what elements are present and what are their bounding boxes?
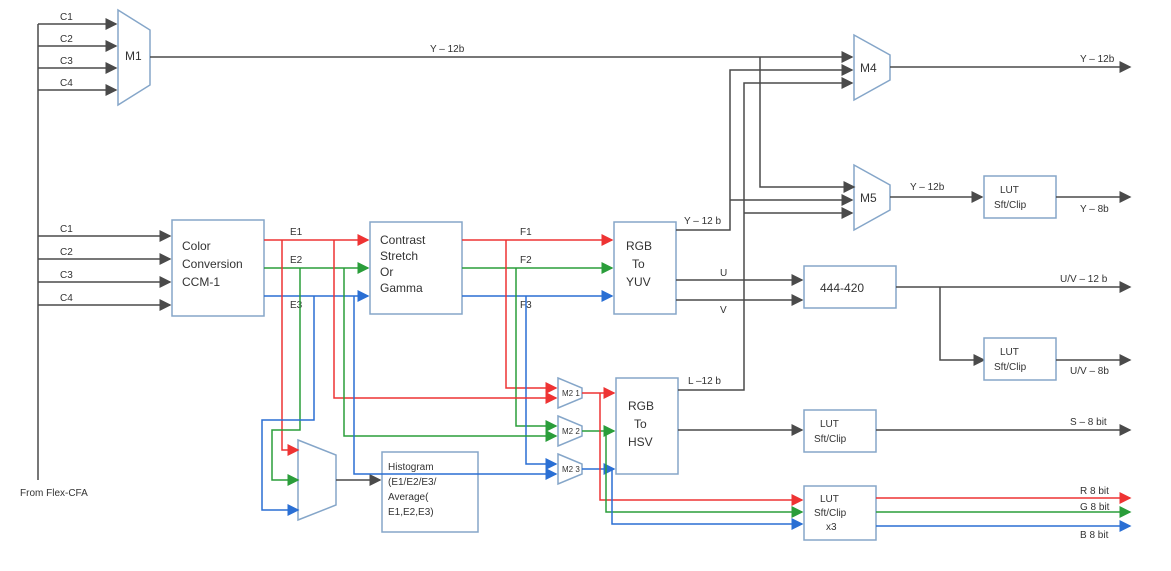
signal-label: Y – 12b	[430, 44, 465, 55]
block-hist-l2: (E1/E2/E3/	[388, 477, 437, 488]
signal-label: L –12 b	[688, 376, 721, 387]
block-lut-y-l1: LUT	[1000, 185, 1019, 196]
block-lut-y-l2: Sft/Clip	[994, 200, 1027, 211]
block-lut-rgb-l3: x3	[826, 522, 837, 533]
block-hsv-l2: To	[634, 417, 647, 431]
mux-m2-1-label: M2 1	[562, 389, 580, 398]
output-label: S – 8 bit	[1070, 417, 1107, 428]
signal-label: U	[720, 268, 727, 279]
block-yuv-l3: YUV	[626, 275, 651, 289]
block-yuv-l2: To	[632, 257, 645, 271]
mux-m2-3-label: M2 3	[562, 465, 580, 474]
input-label: C3	[60, 56, 73, 67]
signal-label: E3	[290, 300, 303, 311]
signal-label: V	[720, 305, 727, 316]
output-label: G 8 bit	[1080, 502, 1110, 513]
block-hist-l3: Average(	[388, 492, 429, 503]
output-label: R 8 bit	[1080, 486, 1109, 497]
input-label: C2	[60, 34, 73, 45]
block-lut-s-l1: LUT	[820, 419, 839, 430]
block-contrast-l1: Contrast	[380, 233, 426, 247]
block-lut-uv-l1: LUT	[1000, 347, 1019, 358]
block-hsv-l3: HSV	[628, 435, 653, 449]
wire	[940, 287, 984, 360]
output-label: U/V – 12 b	[1060, 274, 1108, 285]
mux-hist	[298, 440, 336, 520]
block-lut-uv-l2: Sft/Clip	[994, 362, 1027, 373]
wire	[676, 70, 852, 230]
block-hist-l1: Histogram	[388, 462, 434, 473]
mux-m1-label: M1	[125, 49, 142, 63]
block-lut-y	[984, 176, 1056, 218]
input-label: C1	[60, 12, 73, 23]
mux-m4-label: M4	[860, 61, 877, 75]
input-label: C1	[60, 224, 73, 235]
block-contrast-l4: Gamma	[380, 281, 423, 295]
input-label: C4	[60, 78, 73, 89]
wire	[282, 240, 298, 450]
block-rgb-hsv	[616, 378, 678, 474]
wire	[526, 296, 556, 464]
input-label: C4	[60, 293, 73, 304]
block-lut-uv	[984, 338, 1056, 380]
block-lut-rgb-l1: LUT	[820, 494, 839, 505]
from-label: From Flex-CFA	[20, 488, 88, 499]
signal-label: E1	[290, 227, 303, 238]
wire	[516, 268, 556, 426]
wire	[678, 83, 852, 390]
wire	[760, 57, 854, 187]
block-contrast-l3: Or	[380, 265, 393, 279]
signal-label: Y – 12b	[910, 182, 945, 193]
output-label: Y – 8b	[1080, 204, 1109, 215]
signal-label: F1	[520, 227, 532, 238]
input-label: C3	[60, 270, 73, 281]
block-lut-s	[804, 410, 876, 452]
block-rgb-yuv	[614, 222, 676, 314]
block-ccm-l2: Conversion	[182, 257, 243, 271]
mux-m5-label: M5	[860, 191, 877, 205]
block-lut-s-l2: Sft/Clip	[814, 434, 847, 445]
mux-m2-2-label: M2 2	[562, 427, 580, 436]
signal-label: E2	[290, 255, 303, 266]
block-contrast-l2: Stretch	[380, 249, 418, 263]
signal-label: F2	[520, 255, 532, 266]
block-yuv-l1: RGB	[626, 239, 652, 253]
input-label: C2	[60, 247, 73, 258]
output-label: B 8 bit	[1080, 530, 1109, 541]
block-hist-l4: E1,E2,E3)	[388, 507, 434, 518]
block-444-420-label: 444-420	[820, 281, 864, 295]
block-lut-rgb-l2: Sft/Clip	[814, 508, 847, 519]
wire	[612, 469, 802, 524]
output-label: Y – 12b	[1080, 54, 1115, 65]
block-ccm-l1: Color	[182, 239, 211, 253]
signal-label: Y – 12 b	[684, 216, 722, 227]
output-label: U/V – 8b	[1070, 366, 1109, 377]
block-hsv-l1: RGB	[628, 399, 654, 413]
block-ccm-l3: CCM-1	[182, 275, 220, 289]
